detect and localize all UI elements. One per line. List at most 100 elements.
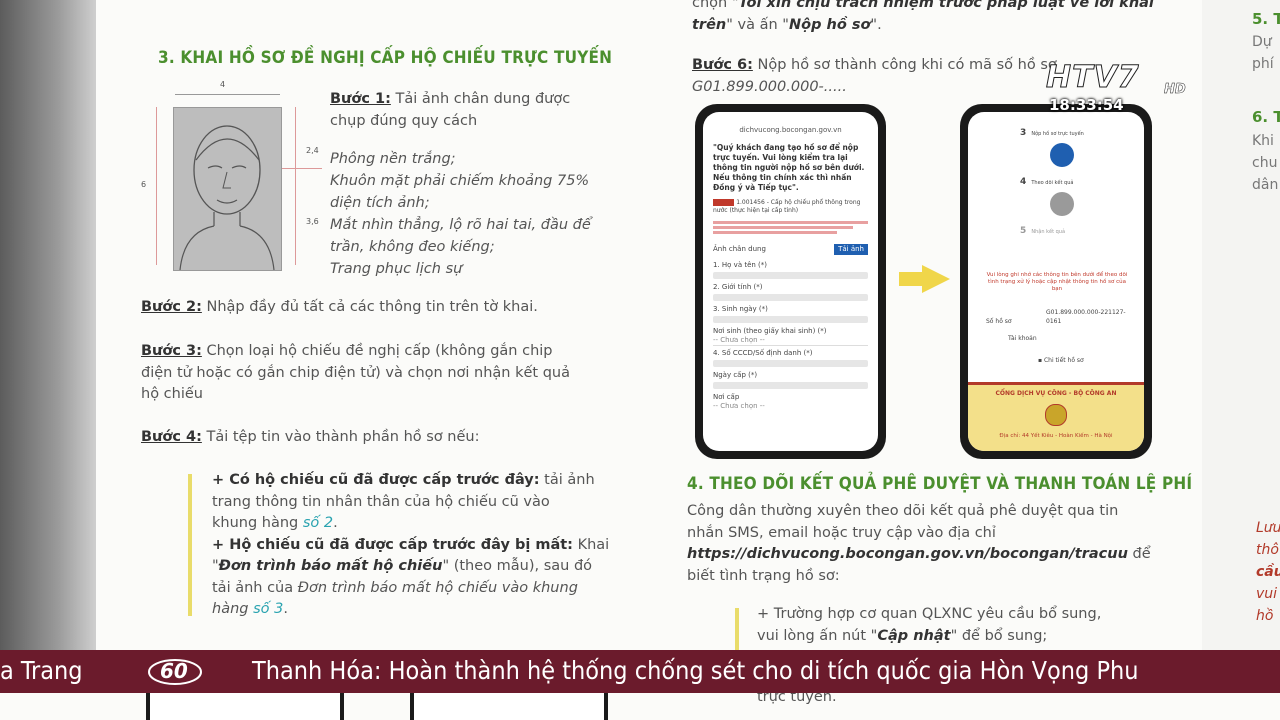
phone1-select-birthplace[interactable]: -- Chưa chọn -- xyxy=(713,336,868,346)
phone1-field-birthplace: Nơi sinh (theo giấy khai sinh) (*) xyxy=(713,327,827,335)
phone2-footer-title: CỔNG DỊCH VỤ CÔNG - BỘ CÔNG AN xyxy=(995,390,1117,397)
dim-right1-label: 2,4 xyxy=(306,146,319,155)
b1-line3: khung hàng xyxy=(212,515,303,531)
step3-block: Bước 3: Chọn loại hộ chiếu đề nghị cấp (… xyxy=(141,341,570,406)
phone1-proc-text: 1.001456 - Cấp hộ chiếu phổ thông trong … xyxy=(713,199,861,214)
phone2-step3-num: 3 xyxy=(1020,128,1027,138)
phone1-screen: dichvucong.bocongan.gov.vn "Quý khách đa… xyxy=(703,112,878,451)
phone2-steps: 3 Nộp hồ sơ trực tuyến 4 Theo dõi kết qu… xyxy=(968,120,1144,237)
phone1-field-name: 1. Họ và tên (*) xyxy=(713,261,768,269)
phone1-input-issue-date[interactable] xyxy=(713,382,868,389)
police-emblem-icon xyxy=(1045,404,1067,426)
phone1-photo-row: Ảnh chân dung Tải ảnh xyxy=(703,240,878,259)
step2-label: Bước 2: xyxy=(141,299,202,315)
rp-l7: dân xyxy=(1252,177,1279,193)
step4-block: Bước 4: Tải tệp tin vào thành phần hồ sơ… xyxy=(141,427,479,449)
step6-label: Bước 6: xyxy=(692,57,753,73)
phone2-detail-text: Chi tiết hồ sơ xyxy=(1043,357,1084,364)
req-clothes: Trang phục lịch sự xyxy=(330,261,463,277)
phone1-upload-button[interactable]: Tải ảnh xyxy=(834,244,868,255)
phone1-url: dichvucong.bocongan.gov.vn xyxy=(739,126,842,134)
b2-form-name: Đơn trình báo mất hộ chiếu xyxy=(218,558,443,574)
rp-l6: chu xyxy=(1252,155,1278,171)
b2-line4: hàng xyxy=(212,601,254,617)
phone2-step3-label: Nộp hồ sơ trực tuyến xyxy=(1031,131,1084,137)
ticker-left-text: a Trang xyxy=(0,656,83,685)
req-face-a: Khuôn mặt phải chiếm khoảng 75% xyxy=(330,173,590,189)
bottom-phone-left xyxy=(146,693,344,720)
step1-label: Bước 1: xyxy=(330,91,391,107)
step5-declaration: Tôi xin chịu trách nhiệm trước pháp luật… xyxy=(738,0,1154,11)
s4-update-label: Cập nhật xyxy=(877,627,951,644)
step2-block: Bước 2: Nhập đầy đủ tất cả các thông tin… xyxy=(141,297,538,319)
step6-text: Nộp hồ sơ thành công khi có mã số hồ sơ xyxy=(752,57,1057,73)
broadcast-clock: 18:33:54 xyxy=(1049,96,1124,114)
dim-top-label: 4 xyxy=(220,80,226,89)
phone2-footer: CỔNG DỊCH VỤ CÔNG - BỘ CÔNG AN Địa chỉ: … xyxy=(968,382,1144,451)
s4-url-tail: để xyxy=(1127,546,1151,562)
arrow-icon-body xyxy=(899,272,923,286)
b1-dot: . xyxy=(333,515,338,531)
portrait-photo-sample xyxy=(173,107,282,271)
bottom-phone-right xyxy=(410,693,608,720)
b2-tail: (theo mẫu), sau đó xyxy=(449,558,593,574)
b2-line3a: tải ảnh của xyxy=(212,579,298,596)
logo-hd: HD xyxy=(1164,82,1186,98)
dim-right2-label: 3,6 xyxy=(306,217,319,226)
rp-l3: phí xyxy=(1252,56,1274,72)
b1-line2: trang thông tin nhân thân của hộ chiếu c… xyxy=(212,493,550,510)
b2-line3b: Đơn trình báo mất hộ chiếu vào khung xyxy=(297,579,578,596)
phone1-select-issue-place[interactable]: -- Chưa chọn -- xyxy=(713,402,868,411)
phone2-screen: 3 Nộp hồ sơ trực tuyến 4 Theo dõi kết qu… xyxy=(968,112,1144,451)
step5-declaration-end: trên xyxy=(692,16,727,33)
bottom-strip: trực tuyến. xyxy=(0,689,1280,720)
b1-bold: + Có hộ chiếu cũ đã được cấp trước đây: xyxy=(212,472,540,488)
step6-block: Bước 6: Nộp hồ sơ thành công khi có mã s… xyxy=(692,55,1057,98)
phone1-red-note xyxy=(703,215,878,240)
phone1-field-issue-place: Nơi cấp xyxy=(713,393,740,401)
s4-bullet2c: " để bổ sung; xyxy=(950,627,1048,644)
b2-dot: . xyxy=(283,601,288,617)
phone2-code-row: Số hồ sơ G01.899.000.000-221127-0161 xyxy=(986,308,1128,327)
phone1-input-name[interactable] xyxy=(713,272,868,279)
arrow-right-icon xyxy=(922,265,950,293)
step1-line2: chụp đúng quy cách xyxy=(330,112,478,129)
section3-heading: 3. KHAI HỒ SƠ ĐỀ NGHỊ CẤP HỘ CHIẾU TRỰC … xyxy=(158,48,613,68)
step6-code: G01.899.000.000-..... xyxy=(692,78,847,95)
phone2-code-value: G01.899.000.000-221127-0161 xyxy=(1046,309,1126,325)
step1-line1: Tải ảnh chân dung được xyxy=(395,91,571,107)
step2-text: Nhập đầy đủ tất cả các thông tin trên tờ… xyxy=(206,299,538,315)
tracking-link[interactable]: https://dichvucong.bocongan.gov.vn/bocon… xyxy=(687,546,1128,562)
phone2-detail-link[interactable]: ▪ Chi tiết hồ sơ xyxy=(1038,356,1084,365)
dim-right-line xyxy=(295,107,296,265)
dim-left-line xyxy=(156,107,157,265)
section4-bullets: + Trường hợp cơ quan QLXNC yêu cầu bổ su… xyxy=(757,604,1101,647)
b2-quote-open: " xyxy=(212,558,219,574)
step5-end: ". xyxy=(870,16,882,33)
step4-text: Tải tệp tin vào thành phần hồ sơ nếu: xyxy=(206,429,480,445)
s4-bullet2a: vui lòng ấn nút " xyxy=(757,627,878,644)
step3-label: Bước 3: xyxy=(141,343,202,359)
phone1-photo-label: Ảnh chân dung xyxy=(713,245,766,253)
rp-l12: hồ xyxy=(1256,608,1274,624)
phone1-input-id[interactable] xyxy=(713,360,868,367)
step3-line1: Chọn loại hộ chiếu đề nghị cấp (không gắ… xyxy=(206,343,553,359)
rp-l5: Khi xyxy=(1252,133,1274,149)
phone2-step4-num: 4 xyxy=(1020,177,1027,187)
check-icon xyxy=(1050,192,1074,216)
s4-line4: biết tình trạng hồ sơ: xyxy=(687,567,840,584)
rp-l10: cầu xyxy=(1256,564,1280,580)
rp-l8: Lưu xyxy=(1256,520,1280,536)
phone2-step5-num: 5 xyxy=(1020,226,1027,236)
phone1-input-dob[interactable] xyxy=(713,316,868,323)
phone1-input-gender[interactable] xyxy=(713,294,868,301)
step5-and-press: " và ấn " xyxy=(726,16,789,33)
phone2-step5-label: Nhận kết quả xyxy=(1031,229,1066,235)
rp-l1: 5. T xyxy=(1252,10,1280,28)
phone2-footer-address: Địa chỉ: 44 Yết Kiêu - Hoàn Kiếm - Hà Nộ… xyxy=(999,433,1113,439)
phone1-field-issue-date: Ngày cấp (*) xyxy=(713,371,758,379)
phone-mockup-form: dichvucong.bocongan.gov.vn "Quý khách đa… xyxy=(695,104,886,459)
phone1-field-dob: 3. Sinh ngày (*) xyxy=(713,305,768,313)
section4-heading: 4. THEO DÕI KẾT QUẢ PHÊ DUYỆT VÀ THANH T… xyxy=(687,474,1193,494)
face-sketch-icon xyxy=(179,125,275,271)
